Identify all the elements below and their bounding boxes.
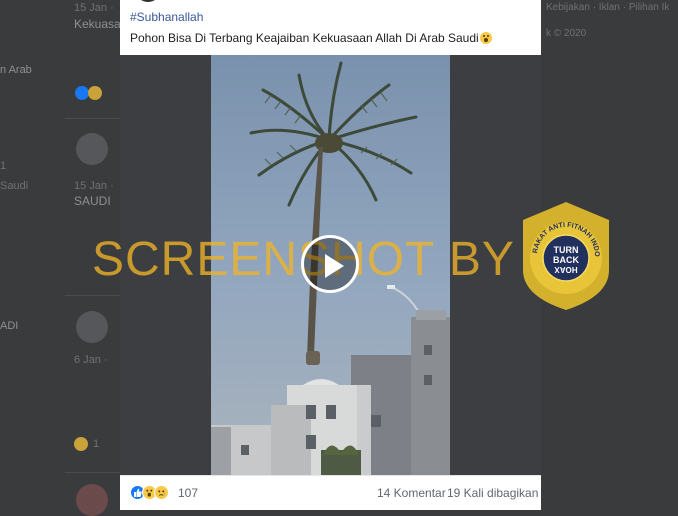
like-icon: [75, 86, 89, 100]
bg-post-text: Kekuasa: [74, 17, 121, 31]
divider: [65, 295, 120, 296]
divider: [65, 472, 120, 473]
caption-text: Pohon Bisa Di Terbang Keajaiban Kekuasaa…: [130, 31, 479, 45]
badge-line1: TURN: [554, 245, 579, 255]
astonished-emoji-icon: [479, 32, 492, 44]
comments-link[interactable]: 14 Komentar: [377, 486, 446, 500]
avatar: [76, 311, 108, 343]
bg-timestamp: 15 Jan ·: [74, 180, 114, 192]
hashtag-link[interactable]: #Subhanallah: [130, 10, 203, 24]
mafindo-badge: MASYARAKAT ANTI FITNAH INDONESIA MAFINDO…: [516, 195, 613, 312]
post-caption: Pohon Bisa Di Terbang Keajaiban Kekuasaa…: [130, 31, 492, 45]
bg-post-text: SAUDI: [74, 194, 111, 208]
bg-snippet: 1: [0, 160, 7, 172]
post-footer: 107 14 Komentar 19 Kali dibagikan: [120, 475, 541, 510]
shares-link[interactable]: 19 Kali dibagikan: [447, 486, 538, 500]
bg-timestamp: 6 Jan ·: [74, 354, 108, 366]
bg-post-text: ADI: [0, 320, 19, 332]
badge-line3: HOAX: [554, 265, 578, 274]
sad-icon: [154, 485, 169, 500]
author-avatar[interactable]: [135, 0, 161, 2]
bg-post-text: n Arab: [0, 64, 32, 76]
bg-snippet: Saudi: [0, 180, 29, 192]
wow-icon: [88, 86, 102, 100]
play-icon: [325, 254, 344, 278]
divider: [65, 118, 120, 119]
footer-links: Kebijakan · Iklan · Pilihan Ik: [546, 2, 670, 13]
play-button[interactable]: [301, 235, 359, 293]
avatar: [76, 133, 108, 165]
copyright: k © 2020: [546, 28, 587, 39]
bg-count: 1: [93, 438, 100, 450]
reaction-count[interactable]: 107: [178, 486, 198, 500]
avatar: [76, 484, 108, 516]
bg-timestamp: 15 Jan ·: [74, 2, 114, 14]
badge-line2: BACK: [553, 255, 579, 265]
wow-icon: [74, 437, 88, 451]
